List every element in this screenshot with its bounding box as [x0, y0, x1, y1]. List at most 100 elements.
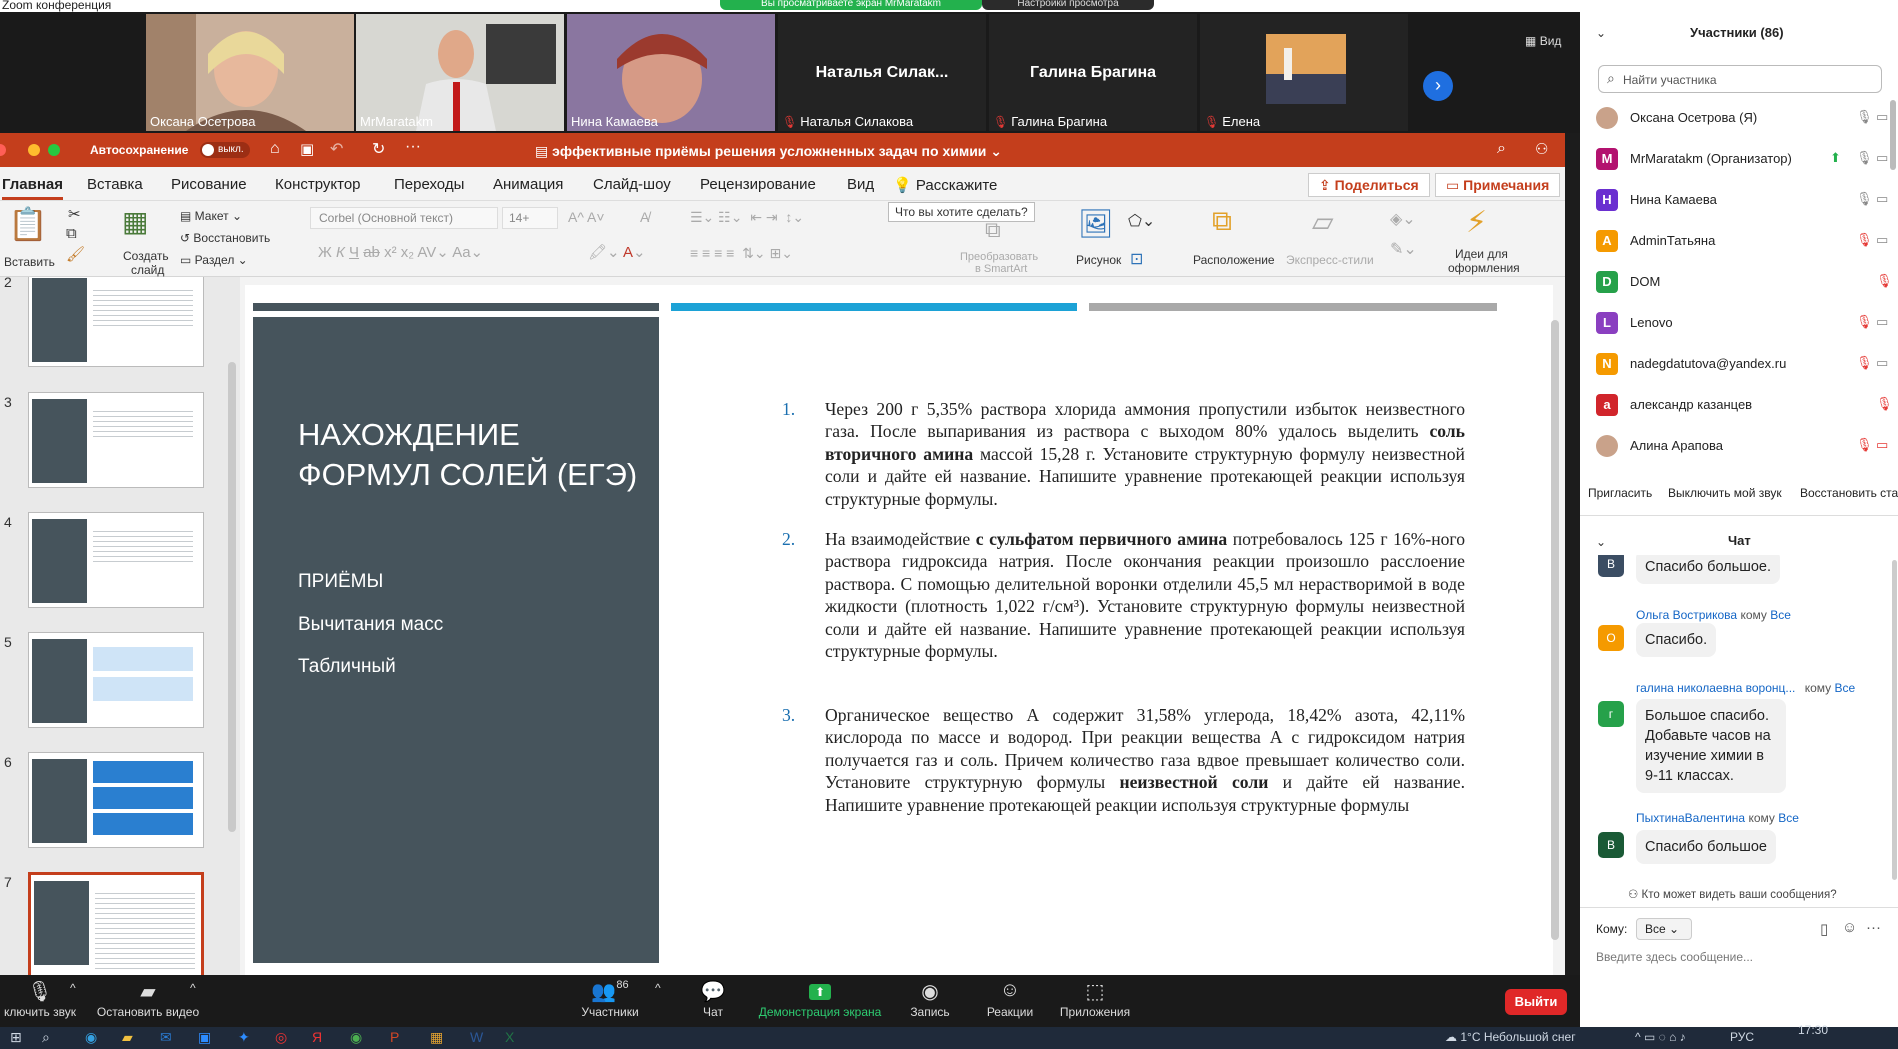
app2-icon[interactable]: ▦	[430, 1029, 443, 1046]
apps-button[interactable]: ⬚ Приложения	[1055, 979, 1135, 1019]
who-can-see-link[interactable]: ⚇ Кто может видеть ваши сообщения?	[1628, 887, 1837, 901]
slide-thumb-4[interactable]	[28, 512, 204, 608]
new-slide-icon[interactable]: ▦	[122, 205, 148, 238]
tab-animations[interactable]: Анимация	[493, 176, 563, 193]
share-button[interactable]: ⇪ Поделиться	[1308, 173, 1430, 197]
chrome-icon[interactable]: ◉	[350, 1029, 362, 1046]
edge-icon[interactable]: ◉	[85, 1029, 97, 1046]
autosave-toggle[interactable]: выкл.	[200, 142, 250, 158]
copy-icon[interactable]: ⧉	[66, 225, 77, 242]
opera-icon[interactable]: ◎	[275, 1029, 287, 1046]
slide-scrollbar[interactable]	[1551, 320, 1559, 940]
folder-icon[interactable]: ▰	[122, 1029, 133, 1046]
exit-button[interactable]: Выйти	[1505, 989, 1567, 1015]
quick-styles-icon[interactable]: ▱	[1312, 205, 1334, 238]
search-taskbar-icon[interactable]: ⌕	[42, 1029, 50, 1046]
video-tile-5[interactable]: Галина Брагина 🎙 Галина Брагина	[989, 14, 1197, 131]
design-ideas-button[interactable]: Идеи для	[1455, 247, 1508, 261]
picture-icon[interactable]: 🖼	[1078, 207, 1114, 240]
clock[interactable]: 17:30	[1798, 1023, 1828, 1037]
next-page-arrow-icon[interactable]: ›	[1423, 71, 1453, 101]
notes-button[interactable]: ▭ Примечания	[1435, 173, 1561, 197]
save-icon[interactable]: ▣	[300, 140, 314, 158]
chat-button[interactable]: 💬 Чат	[690, 979, 736, 1019]
fill-icon[interactable]: ◈⌄	[1390, 209, 1416, 229]
tab-insert[interactable]: Вставка	[87, 176, 143, 193]
zoom-taskbar-icon[interactable]: ▣	[198, 1029, 211, 1046]
list-icons[interactable]: ☰⌄ ☷⌄ ⇤ ⇥ ↕⌄	[690, 209, 804, 226]
design-ideas-icon[interactable]: ⚡	[1466, 205, 1487, 240]
video-tile-6[interactable]: 🎙 Елена	[1200, 14, 1408, 131]
chat-input[interactable]: Введите здесь сообщение...	[1596, 950, 1753, 964]
app-icon[interactable]: ✦	[238, 1029, 250, 1046]
slide-thumb-3[interactable]	[28, 392, 204, 488]
clear-format-icon[interactable]: A̸	[640, 209, 649, 225]
tab-slideshow[interactable]: Слайд-шоу	[593, 176, 671, 193]
word-icon[interactable]: W	[470, 1029, 483, 1045]
align-icons[interactable]: ≡ ≡ ≡ ≡ ⇅⌄ ⊞⌄	[690, 245, 793, 262]
smartart-button[interactable]: Преобразовать	[960, 251, 1038, 263]
section-button[interactable]: ▭ Раздел ⌄	[180, 253, 248, 267]
participants-button[interactable]: 👥86 Участники	[570, 979, 650, 1019]
participant-row[interactable]: L Lenovo 🎙 ▭	[1594, 306, 1894, 340]
thumbs-scrollbar[interactable]	[228, 362, 236, 832]
video-tile-2[interactable]: MrMaratakm	[356, 14, 564, 131]
bold-icon[interactable]: Ж К Ч ab x² x₂ AV⌄ Aa⌄	[318, 243, 483, 261]
highlight-icon[interactable]: 🖍⌄ A⌄	[588, 243, 646, 261]
participant-row[interactable]: M MrMaratakm (Организатор) ⬆ 🎙 ▭	[1594, 142, 1894, 176]
tray-icons[interactable]: ^ ▭ ◌ ⌂ ♪	[1635, 1030, 1686, 1044]
tab-tell-me[interactable]: 💡 Расскажите	[893, 176, 997, 194]
cut-icon[interactable]: ✂	[68, 205, 81, 223]
paste-button[interactable]: Вставить	[4, 255, 55, 269]
slide-thumb-2[interactable]	[28, 277, 204, 367]
tab-home[interactable]: Главная	[2, 176, 64, 200]
undo-icon[interactable]: ↶	[330, 139, 343, 159]
collapse-chat-chevron-icon[interactable]: ⌄	[1596, 535, 1606, 549]
participant-search-input[interactable]: ⌕ Найти участника	[1598, 65, 1882, 93]
tab-design[interactable]: Конструктор	[275, 176, 361, 193]
invite-button[interactable]: Пригласить	[1588, 486, 1652, 500]
collapse-participants-chevron-icon[interactable]: ⌄	[1596, 26, 1606, 40]
new-slide-button[interactable]: Создать	[123, 249, 169, 263]
document-title[interactable]: ▤ эффективные приёмы решения усложненных…	[535, 143, 1002, 160]
record-button[interactable]: ◉ Запись	[905, 979, 955, 1019]
video-tile-3[interactable]: Нина Камаева	[567, 14, 775, 131]
language-indicator[interactable]: РУС	[1730, 1030, 1754, 1044]
font-family-select[interactable]: Corbel (Основной текст)	[310, 207, 498, 229]
weather-widget[interactable]: ☁ 1°С Небольшой снег	[1445, 1030, 1576, 1044]
close-dot-icon[interactable]	[0, 144, 6, 156]
tab-draw[interactable]: Рисование	[171, 176, 247, 193]
participant-row[interactable]: Nnadegdatutova@yandex.ru 🎙 ▭	[1594, 347, 1894, 381]
home-icon[interactable]: ⌂	[270, 140, 280, 158]
mute-me-button[interactable]: Выключить мой звук	[1668, 486, 1782, 500]
mail-icon[interactable]: ✉	[160, 1029, 172, 1046]
powerpoint-icon[interactable]: P	[390, 1029, 399, 1045]
view-button[interactable]: ▦ Вид	[1525, 34, 1561, 48]
video-options-chevron-icon[interactable]: ^	[190, 981, 196, 995]
share-person-icon[interactable]: ⚇	[1535, 140, 1548, 158]
restore-button[interactable]: Восстановить ста	[1800, 486, 1898, 500]
reactions-button[interactable]: ☺ Реакции	[980, 979, 1040, 1019]
shapes-icon[interactable]: ⬠⌄	[1128, 211, 1155, 231]
share-screen-button[interactable]: ⬆ Демонстрация экрана	[755, 979, 885, 1019]
zoom-dot-icon[interactable]	[48, 144, 60, 156]
more-icon[interactable]: ···	[405, 138, 421, 156]
file-icon[interactable]: ▯	[1820, 920, 1828, 938]
participant-row[interactable]: Оксана Осетрова (Я) 🎙 ▭	[1594, 101, 1894, 135]
search-icon[interactable]: ⌕	[1497, 140, 1506, 158]
tab-transitions[interactable]: Переходы	[394, 176, 464, 193]
slide-thumb-6[interactable]	[28, 752, 204, 848]
participant-row[interactable]: A AdminТатьяна 🎙 ▭	[1594, 224, 1894, 258]
picture-button[interactable]: Рисунок	[1076, 253, 1121, 267]
slide-thumb-7[interactable]	[28, 872, 204, 975]
windows-start-icon[interactable]: ⊞	[10, 1029, 22, 1046]
yandex-icon[interactable]: Я	[312, 1029, 322, 1045]
textbox-icon[interactable]: ⊡	[1130, 249, 1143, 269]
chat-messages[interactable]: В Спасибо большое. Ольга Вострикова кому…	[1580, 555, 1898, 875]
arrange-button[interactable]: Расположение	[1193, 253, 1275, 267]
participant-row[interactable]: a александр казанцев 🎙	[1594, 388, 1894, 422]
participant-row[interactable]: Алина Арапова 🎙 ▭	[1594, 429, 1894, 463]
reset-button[interactable]: ↺ Восстановить	[180, 231, 270, 245]
participant-row[interactable]: H Нина Камаева 🎙 ▭	[1594, 183, 1894, 217]
tab-review[interactable]: Рецензирование	[700, 176, 816, 193]
